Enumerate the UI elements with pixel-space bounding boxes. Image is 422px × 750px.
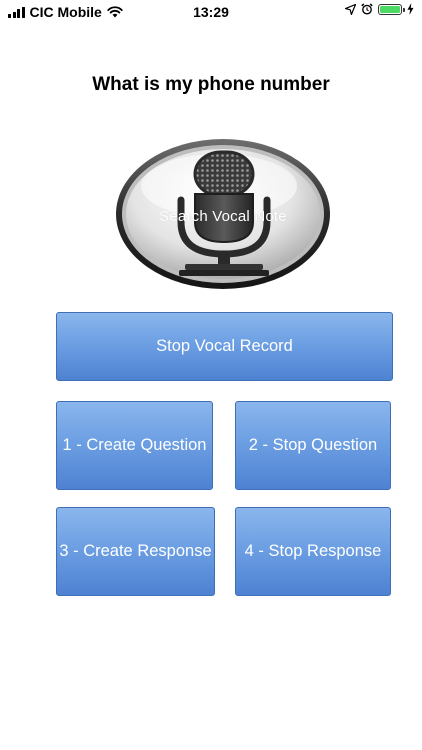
- page-title: What is my phone number: [92, 74, 330, 95]
- stop-question-button[interactable]: 2 - Stop Question: [235, 401, 391, 490]
- create-question-button[interactable]: 1 - Create Question: [56, 401, 213, 490]
- mic-button-label: Search Vocal Note: [159, 208, 287, 225]
- search-vocal-note-button[interactable]: Search Vocal Note: [115, 138, 331, 290]
- alarm-clock-icon: [361, 3, 373, 15]
- stop-vocal-record-button[interactable]: Stop Vocal Record: [56, 312, 393, 381]
- create-response-button[interactable]: 3 - Create Response: [56, 507, 215, 596]
- status-bar: CIC Mobile 13:29: [0, 0, 422, 24]
- stop-response-button[interactable]: 4 - Stop Response: [235, 507, 391, 596]
- status-right: [345, 3, 414, 15]
- charging-bolt-icon: [407, 3, 414, 15]
- location-arrow-icon: [345, 3, 356, 15]
- battery-icon: [378, 3, 405, 15]
